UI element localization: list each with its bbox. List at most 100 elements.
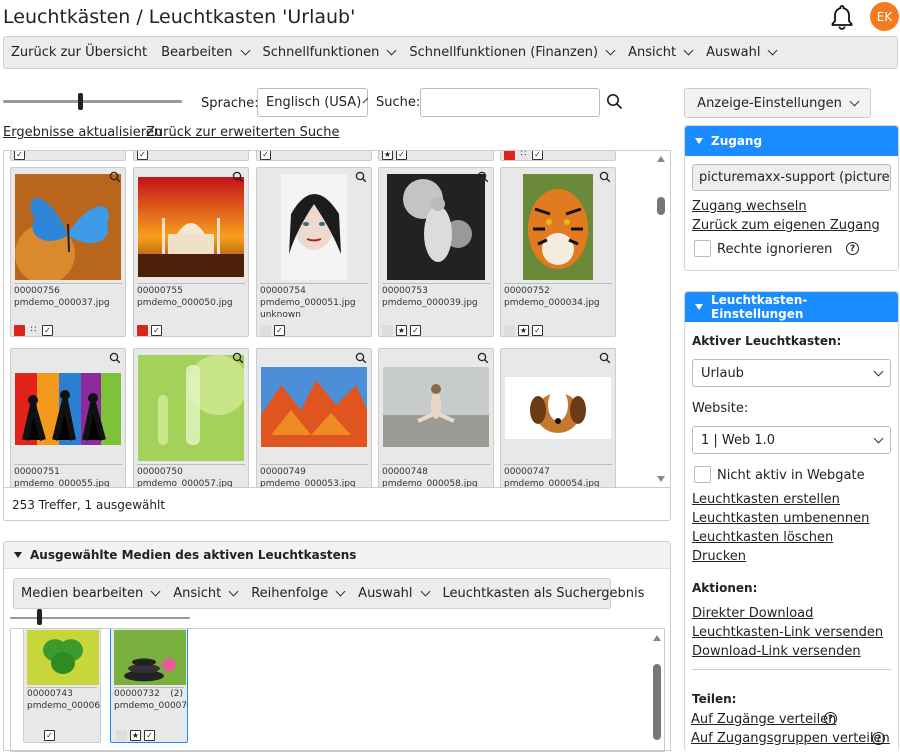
media-card-partial[interactable]: ★ ✓ (378, 151, 494, 161)
checkbox-icon[interactable]: ✓ (532, 151, 543, 160)
media-card[interactable]: 00000748 pmdemo_000058.jpg (378, 348, 494, 487)
menu-view[interactable]: Ansicht (166, 586, 244, 601)
zoom-icon[interactable] (109, 352, 121, 364)
media-card[interactable]: 00000747 pmdemo_000054.jpg (500, 348, 616, 487)
refresh-results-link[interactable]: Ergebnisse aktualisieren (3, 125, 162, 140)
switch-access-link[interactable]: Zugang wechseln (692, 199, 807, 214)
zoom-icon[interactable] (477, 352, 489, 364)
checkbox-icon[interactable]: ✓ (137, 151, 148, 160)
checkbox-icon[interactable]: ✓ (144, 730, 155, 741)
send-download-link[interactable]: Download-Link versenden (692, 644, 861, 659)
star-icon[interactable]: ★ (518, 325, 529, 336)
help-icon[interactable]: ? (846, 242, 859, 255)
menu-order[interactable]: Reihenfolge (244, 586, 351, 601)
menu-edit[interactable]: Bearbeiten (154, 45, 255, 60)
selected-scrollbar[interactable] (650, 629, 664, 751)
ignore-rights-checkbox[interactable] (694, 240, 711, 257)
color-flag-icon[interactable] (382, 325, 393, 336)
scroll-up-icon[interactable] (657, 156, 665, 162)
color-flag-icon[interactable] (116, 730, 127, 741)
help-icon[interactable]: ? (872, 732, 885, 745)
grid-dots-icon[interactable]: ∷ (28, 325, 39, 336)
media-thumbnail[interactable] (138, 355, 244, 461)
media-card[interactable]: 00000753 pmdemo_000039.jpg ★ ✓ (378, 167, 494, 337)
print-link[interactable]: Drucken (692, 549, 746, 564)
checkbox-icon[interactable]: ✓ (274, 325, 285, 336)
share-access-link[interactable]: Auf Zugänge verteilen (691, 712, 836, 727)
bell-icon[interactable] (828, 3, 856, 31)
checkbox-icon[interactable]: ✓ (260, 151, 271, 160)
back-own-access-link[interactable]: Zurück zum eigenen Zugang (692, 218, 880, 233)
checkbox-icon[interactable]: ✓ (14, 151, 25, 160)
media-card-partial[interactable]: ✓ (256, 151, 372, 161)
checkbox-icon[interactable]: ✓ (532, 325, 543, 336)
media-card[interactable]: 00000750 pmdemo_000057.jpg (133, 348, 249, 487)
media-thumbnail[interactable] (15, 355, 121, 461)
selected-media-card[interactable]: 00000732 (2) pmdemo_00007C ★ ✓ (110, 629, 188, 743)
zoom-icon[interactable] (232, 352, 244, 364)
menu-quick-functions-finance[interactable]: Schnellfunktionen (Finanzen) (402, 45, 621, 60)
media-card-partial[interactable]: ✓ (133, 151, 249, 161)
media-card-partial[interactable]: ∷ ✓ (500, 151, 616, 161)
language-select[interactable]: Englisch (USA) (257, 88, 369, 117)
checkbox-icon[interactable]: ✓ (396, 151, 407, 160)
scroll-down-icon[interactable] (657, 476, 665, 482)
media-thumbnail[interactable] (138, 174, 244, 280)
color-flag-icon[interactable] (504, 325, 515, 336)
grid-dots-icon[interactable]: ∷ (518, 151, 529, 160)
access-header[interactable]: Zugang (685, 126, 898, 156)
color-flag-icon[interactable] (260, 325, 271, 336)
menu-selection[interactable]: Auswahl (699, 45, 783, 60)
thumbnail-size-slider[interactable] (3, 100, 182, 103)
scroll-up-icon[interactable] (653, 635, 661, 641)
zoom-icon[interactable] (355, 352, 367, 364)
media-thumbnail[interactable] (114, 630, 186, 685)
active-lightbox-select[interactable]: Urlaub (692, 359, 891, 387)
menu-view[interactable]: Ansicht (621, 45, 699, 60)
zoom-icon[interactable] (599, 171, 611, 183)
media-card[interactable]: 00000755 pmdemo_000050.jpg ✓ (133, 167, 249, 337)
website-select[interactable]: 1 | Web 1.0 (692, 426, 891, 454)
media-card[interactable]: 00000754 pmdemo_000051.jpg unknown ✓ (256, 167, 372, 337)
media-card[interactable]: 00000751 pmdemo_000055.jpg (10, 348, 126, 487)
media-thumbnail[interactable] (505, 174, 611, 280)
search-icon[interactable] (606, 93, 623, 110)
slider-handle[interactable] (37, 609, 42, 625)
scroll-thumb[interactable] (657, 197, 665, 215)
help-icon[interactable]: ? (824, 712, 837, 725)
delete-lightbox-link[interactable]: Leuchtkasten löschen (692, 530, 833, 545)
star-icon[interactable]: ★ (130, 730, 141, 741)
color-flag-icon[interactable] (504, 151, 515, 160)
zoom-icon[interactable] (477, 171, 489, 183)
lightbox-settings-header[interactable]: Leuchtkasten-Einstellungen (685, 292, 898, 322)
star-icon[interactable]: ★ (396, 325, 407, 336)
inactive-webgate-checkbox[interactable] (694, 466, 711, 483)
create-lightbox-link[interactable]: Leuchtkasten erstellen (692, 492, 840, 507)
checkbox-icon[interactable]: ✓ (151, 325, 162, 336)
media-card[interactable]: 00000752 pmdemo_000034.jpg ★ ✓ (500, 167, 616, 337)
account-field[interactable]: picturemaxx-support (picturemaxx (692, 164, 891, 191)
menu-back-overview[interactable]: Zurück zur Übersicht (4, 45, 154, 60)
back-to-advanced-search-link[interactable]: Zurück zur erweiterten Suche (146, 125, 339, 140)
color-flag-icon[interactable] (137, 325, 148, 336)
display-settings-button[interactable]: Anzeige-Einstellungen (684, 88, 871, 118)
direct-download-link[interactable]: Direkter Download (692, 606, 813, 621)
menu-lightbox-as-search[interactable]: Leuchtkasten als Suchergebnis (436, 586, 652, 601)
slider-handle[interactable] (78, 93, 83, 110)
zoom-icon[interactable] (232, 171, 244, 183)
user-avatar[interactable]: EK (870, 2, 899, 31)
media-thumbnail[interactable] (27, 630, 99, 685)
media-card[interactable]: 00000756 pmdemo_000037.jpg ∷ ✓ (10, 167, 126, 337)
star-icon[interactable]: ★ (382, 151, 393, 160)
results-scrollbar[interactable] (654, 151, 668, 487)
menu-quick-functions[interactable]: Schnellfunktionen (256, 45, 403, 60)
menu-selection[interactable]: Auswahl (351, 586, 435, 601)
scroll-thumb[interactable] (653, 664, 661, 740)
media-thumbnail[interactable] (505, 355, 611, 461)
selected-media-card[interactable]: 00000743 pmdemo_000068 ✓ (23, 629, 101, 743)
checkbox-icon[interactable]: ✓ (42, 325, 53, 336)
zoom-icon[interactable] (355, 171, 367, 183)
media-thumbnail[interactable] (261, 355, 367, 461)
search-input[interactable] (420, 88, 600, 117)
rename-lightbox-link[interactable]: Leuchtkasten umbenennen (692, 511, 869, 526)
